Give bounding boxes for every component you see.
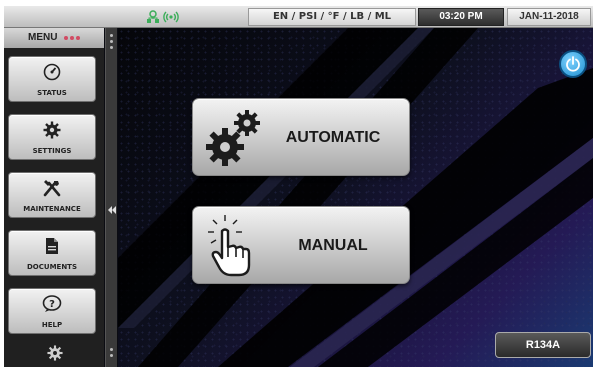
menu-header: MENU [4,28,104,48]
sidebar-menu: MENU STATUS SETTINGS MAINTENANCE DOCUMEN… [4,28,104,367]
status-bar: EN / PSI / °F / LB / ML 03:20 PM JAN-11-… [4,6,593,28]
tools-icon [9,179,95,197]
sidebar-item-label: HELP [41,321,63,329]
network-icon [147,10,159,23]
gears-icon [203,105,263,176]
settings-gear-icon[interactable] [47,345,63,366]
main-panel: AUTOMATIC MANUAL [118,28,593,367]
screen: EN / PSI / °F / LB / ML 03:20 PM JAN-11-… [4,6,593,367]
sidebar-item-help[interactable]: ? HELP [8,288,96,334]
menu-dots-icon [64,36,80,40]
sidebar-scrollbar[interactable] [105,28,117,367]
units-display[interactable]: EN / PSI / °F / LB / ML [248,8,416,26]
manual-button[interactable]: MANUAL [192,206,410,284]
wifi-signal-icon [163,11,179,23]
time-display[interactable]: 03:20 PM [418,8,504,26]
help-icon: ? [9,295,95,313]
sidebar-item-settings[interactable]: SETTINGS [8,114,96,160]
sidebar-item-label: MAINTENANCE [23,205,81,213]
svg-text:?: ? [49,299,55,310]
sidebar-item-label: SETTINGS [32,147,72,155]
collapse-sidebar-icon[interactable] [107,202,117,220]
power-button[interactable] [559,50,587,78]
refrigerant-button[interactable]: R134A [495,332,591,358]
sidebar-item-label: DOCUMENTS [26,263,77,271]
gear-icon [9,121,95,139]
date-display[interactable]: JAN-11-2018 [507,8,591,26]
automatic-button[interactable]: AUTOMATIC [192,98,410,176]
document-icon [9,237,95,255]
manual-label: MANUAL [298,237,368,254]
sidebar-item-status[interactable]: STATUS [8,56,96,102]
sidebar-item-label: STATUS [37,89,67,97]
network-status [146,8,179,26]
automatic-label: AUTOMATIC [285,129,381,146]
gauge-icon [9,63,95,81]
sidebar-item-documents[interactable]: DOCUMENTS [8,230,96,276]
menu-title: MENU [28,32,58,43]
sidebar-item-maintenance[interactable]: MAINTENANCE [8,172,96,218]
power-icon [566,56,580,72]
diagonal-stripes [118,28,593,367]
touch-hand-icon [203,213,263,284]
